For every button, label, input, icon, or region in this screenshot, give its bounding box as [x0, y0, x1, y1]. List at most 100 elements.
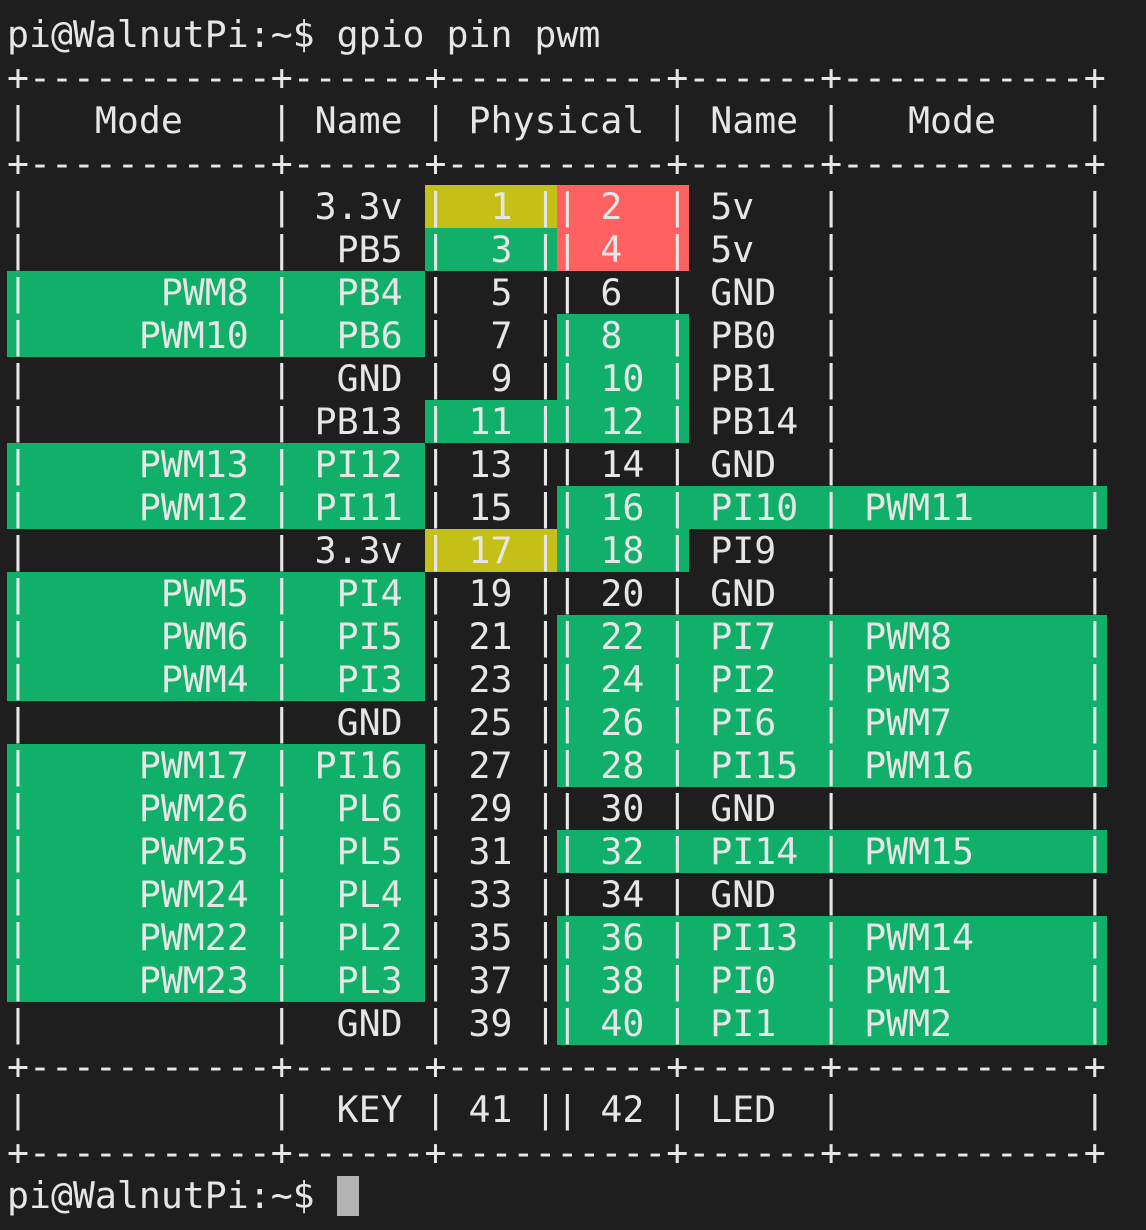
- table-border: |: [424, 744, 447, 787]
- table-border: |: [270, 99, 293, 142]
- physical-left-cell: 23: [446, 658, 535, 701]
- physical-left-cell: 3: [446, 228, 535, 271]
- physical-left-cell: 27: [446, 744, 535, 787]
- table-border-line: +-----------+------+----------+------+--…: [7, 1131, 1106, 1174]
- table-border: |: [666, 830, 689, 873]
- terminal-window[interactable]: pi@WalnutPi:~$ gpio pin pwm +-----------+…: [0, 0, 1146, 1230]
- text-cursor[interactable]: [336, 1176, 359, 1216]
- table-border: |: [1083, 486, 1106, 529]
- table-border: |: [820, 1088, 843, 1131]
- table-border: |: [1083, 529, 1106, 572]
- physical-right-cell: 18: [578, 529, 667, 572]
- name-right-cell: PI6: [688, 701, 821, 744]
- mode-right-cell: PWM14: [842, 916, 1084, 959]
- table-border-bottom: +-----------+------+----------+------+--…: [7, 1131, 1106, 1174]
- table-border-line: +-----------+------+----------+------+--…: [7, 1045, 1106, 1088]
- name-left-cell: PB5: [292, 228, 425, 271]
- table-border: |: [666, 572, 689, 615]
- table-border: |: [1083, 572, 1106, 615]
- name-left-cell: PI12: [292, 443, 425, 486]
- table-border: |: [7, 572, 29, 615]
- table-border: |: [424, 357, 447, 400]
- physical-right-cell: 40: [578, 1002, 667, 1045]
- physical-right-cell: 38: [578, 959, 667, 1002]
- table-border: |: [1083, 959, 1106, 1002]
- table-border: ||: [534, 787, 579, 830]
- table-border: |: [1083, 443, 1106, 486]
- table-border: |: [666, 400, 689, 443]
- mode-right-cell: [842, 357, 1084, 400]
- header-mode-right: Mode: [842, 99, 1084, 142]
- mode-left-cell: [29, 701, 271, 744]
- table-border: |: [270, 271, 293, 314]
- table-row: | PWM10 | PB6 | 7 || 8 | PB0 | |: [7, 314, 1106, 357]
- name-right-cell: GND: [688, 271, 821, 314]
- name-left-cell: GND: [292, 357, 425, 400]
- table-border: |: [666, 486, 689, 529]
- mode-right-cell: PWM15: [842, 830, 1084, 873]
- table-border: |: [666, 228, 689, 271]
- table-border: |: [424, 873, 447, 916]
- name-left-cell: PI5: [292, 615, 425, 658]
- name-left-cell: GND: [292, 1002, 425, 1045]
- table-border: |: [424, 271, 447, 314]
- header-mode-left: Mode: [28, 99, 271, 142]
- table-border: |: [666, 529, 689, 572]
- mode-left-cell: PWM26: [28, 787, 271, 830]
- name-left-cell: PL4: [292, 873, 425, 916]
- table-border: |: [666, 1002, 689, 1045]
- table-border: |: [820, 873, 843, 916]
- name-right-cell: PI9: [688, 529, 821, 572]
- table-border: |: [820, 959, 843, 1002]
- table-border: |: [7, 99, 29, 142]
- physical-right-cell: 10: [578, 357, 667, 400]
- table-row: | PWM24 | PL4 | 33 || 34 | GND | |: [7, 873, 1106, 916]
- table-row: | | KEY | 41 || 42 | LED | |: [7, 1088, 1106, 1131]
- name-left-cell: PI11: [292, 486, 425, 529]
- physical-right-cell: 24: [578, 658, 667, 701]
- physical-right-cell: 20: [578, 572, 667, 615]
- table-border: |: [666, 99, 689, 142]
- table-border: |: [1083, 357, 1106, 400]
- physical-right-cell: 6: [578, 271, 667, 314]
- table-border: |: [270, 830, 293, 873]
- name-right-cell: PI1: [688, 1002, 821, 1045]
- name-left-cell: PL3: [292, 959, 425, 1002]
- table-border: |: [666, 314, 689, 357]
- table-border: |: [7, 787, 29, 830]
- table-border: |: [666, 744, 689, 787]
- name-left-cell: PB4: [292, 271, 425, 314]
- table-border: |: [666, 443, 689, 486]
- table-border: |: [1083, 830, 1106, 873]
- mode-right-cell: PWM1: [842, 959, 1084, 1002]
- table-border: |: [820, 916, 843, 959]
- table-border: |: [820, 1002, 843, 1045]
- mode-right-cell: [842, 443, 1084, 486]
- table-border: |: [820, 400, 843, 443]
- table-border: |: [666, 959, 689, 1002]
- mode-left-cell: PWM24: [28, 873, 271, 916]
- table-border: |: [820, 658, 843, 701]
- physical-left-cell: 19: [446, 572, 535, 615]
- table-border: |: [7, 400, 29, 443]
- physical-left-cell: 9: [446, 357, 535, 400]
- table-border: |: [424, 1088, 447, 1131]
- table-border: |: [270, 1002, 293, 1045]
- name-left-cell: PB6: [292, 314, 425, 357]
- table-border: |: [7, 486, 29, 529]
- mode-left-cell: [29, 185, 271, 228]
- table-border: |: [270, 744, 293, 787]
- table-border: |: [7, 873, 29, 916]
- physical-left-cell: 21: [446, 615, 535, 658]
- name-left-cell: KEY: [292, 1088, 425, 1131]
- physical-left-cell: 5: [446, 271, 535, 314]
- mode-right-cell: [842, 314, 1084, 357]
- name-right-cell: PB0: [688, 314, 821, 357]
- table-border: ||: [534, 572, 579, 615]
- name-right-cell: PI10: [688, 486, 821, 529]
- table-border: ||: [534, 486, 579, 529]
- mode-right-cell: PWM8: [842, 615, 1084, 658]
- name-right-cell: 5v: [688, 185, 821, 228]
- table-border: |: [424, 400, 447, 443]
- command-line[interactable]: pi@WalnutPi:~$: [7, 1174, 359, 1217]
